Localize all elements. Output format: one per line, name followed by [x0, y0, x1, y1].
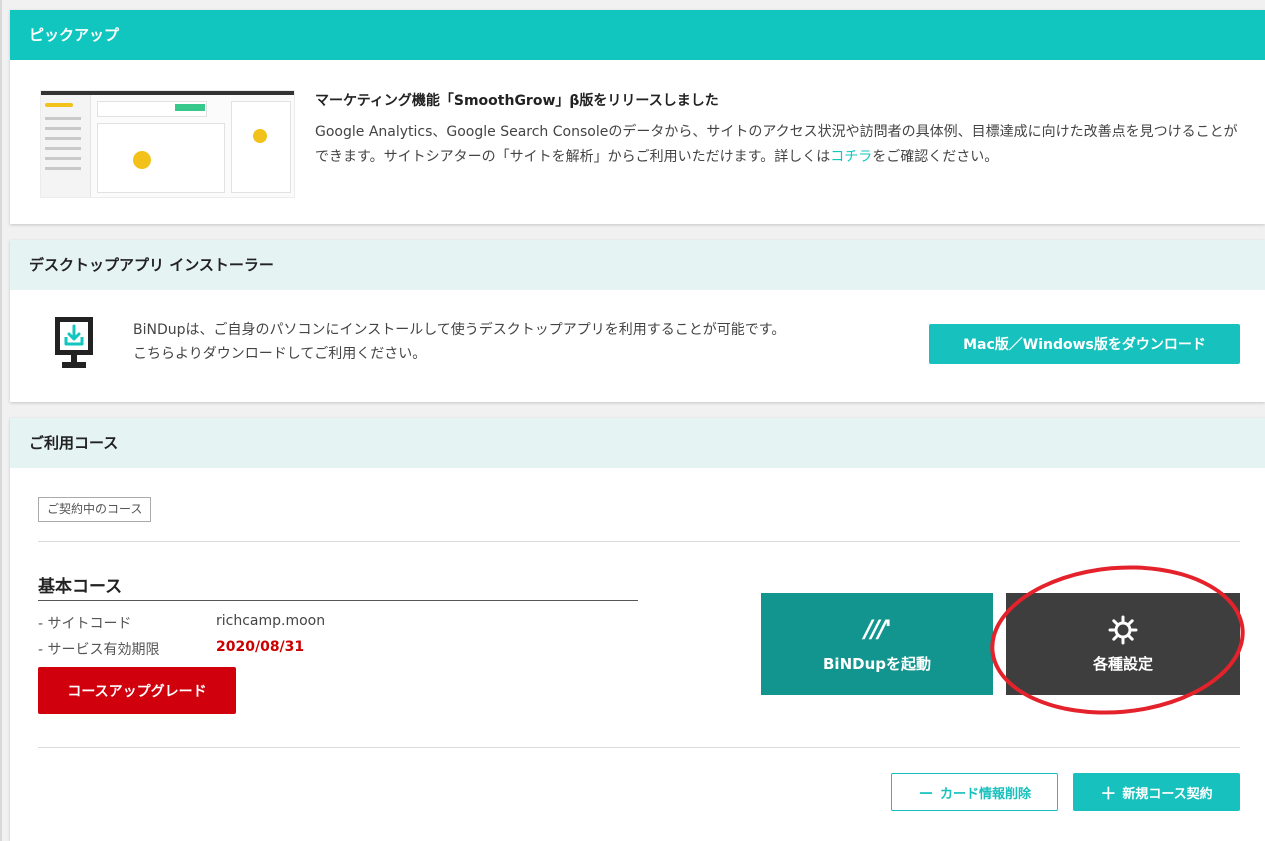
download-installer-button[interactable]: Mac版／Windows版をダウンロード	[929, 324, 1240, 364]
page-left-border	[0, 0, 2, 841]
launch-bindup-label: BiNDupを起動	[823, 654, 931, 673]
thumbnail-button	[175, 104, 205, 111]
thumbnail-sidebar	[41, 95, 91, 197]
course-upgrade-button[interactable]: コースアップグレード	[38, 667, 236, 714]
card-info-delete-label: カード情報削除	[940, 786, 1032, 802]
thumbnail-nav-item	[45, 157, 81, 160]
pickup-header: ピックアップ	[10, 10, 1265, 60]
bindup-logo-icon: ///'	[864, 614, 892, 643]
pickup-panel: ピックアップ マーケティング機能「SmoothGrow」β版をリリースしました …	[10, 10, 1265, 224]
pickup-body: Google Analytics、Google Search Consoleのデ…	[315, 120, 1240, 170]
installer-panel: デスクトップアプリ インストーラー BiNDupは、ご自身のパソコンにインストー…	[10, 240, 1265, 402]
new-course-contract-label: 新規コース契約	[1122, 786, 1213, 802]
site-code-label: - サイトコード	[38, 616, 132, 632]
contracted-course-tag: ご契約中のコース	[38, 497, 152, 522]
thumbnail-badge	[133, 151, 151, 169]
card-info-delete-button[interactable]: － カード情報削除	[891, 773, 1058, 811]
thumbnail-nav-item	[45, 167, 81, 170]
pickup-body-text-end: をご確認ください。	[872, 149, 999, 165]
thumbnail-nav-item	[45, 127, 81, 130]
expiry-value: 2020/08/31	[216, 639, 305, 655]
minus-icon: －	[917, 784, 934, 803]
red-highlight-circle	[984, 555, 1251, 725]
launch-bindup-button[interactable]: ///' BiNDupを起動	[761, 593, 993, 695]
smoothgrow-thumbnail[interactable]	[40, 90, 295, 198]
expiry-label: - サービス有効期限	[38, 642, 160, 658]
pickup-title: マーケティング機能「SmoothGrow」β版をリリースしました	[315, 93, 719, 109]
plus-icon: ＋	[1100, 784, 1117, 803]
installer-line-2: こちらよりダウンロードしてご利用ください。	[133, 346, 427, 362]
thumbnail-nav-item	[45, 117, 81, 120]
thumbnail-nav-item	[45, 137, 81, 140]
installer-line-1: BiNDupは、ご自身のパソコンにインストールして使うデスクトップアプリを利用す…	[133, 322, 786, 338]
thumbnail-nav-item	[45, 147, 81, 150]
installer-header: デスクトップアプリ インストーラー	[10, 240, 1265, 290]
divider	[38, 541, 1240, 542]
pickup-body-text: Google Analytics、Google Search Consoleのデ…	[315, 124, 1238, 165]
course-header: ご利用コース	[10, 418, 1265, 468]
course-name: 基本コース	[38, 577, 123, 597]
monitor-download-icon	[55, 317, 93, 368]
installer-description: BiNDupは、ご自身のパソコンにインストールして使うデスクトップアプリを利用す…	[133, 318, 785, 366]
thumbnail-card	[231, 101, 291, 193]
divider	[38, 747, 1240, 748]
course-panel: ご利用コース ご契約中のコース 基本コース - サイトコード richcamp.…	[10, 418, 1265, 841]
site-code-value: richcamp.moon	[216, 613, 326, 629]
thumbnail-badge	[253, 129, 267, 143]
thumbnail-logo	[45, 103, 73, 107]
pickup-detail-link[interactable]: コチラ	[830, 149, 872, 165]
new-course-contract-button[interactable]: ＋ 新規コース契約	[1073, 773, 1240, 811]
course-name-underline	[38, 600, 638, 601]
thumbnail-card	[97, 123, 225, 193]
